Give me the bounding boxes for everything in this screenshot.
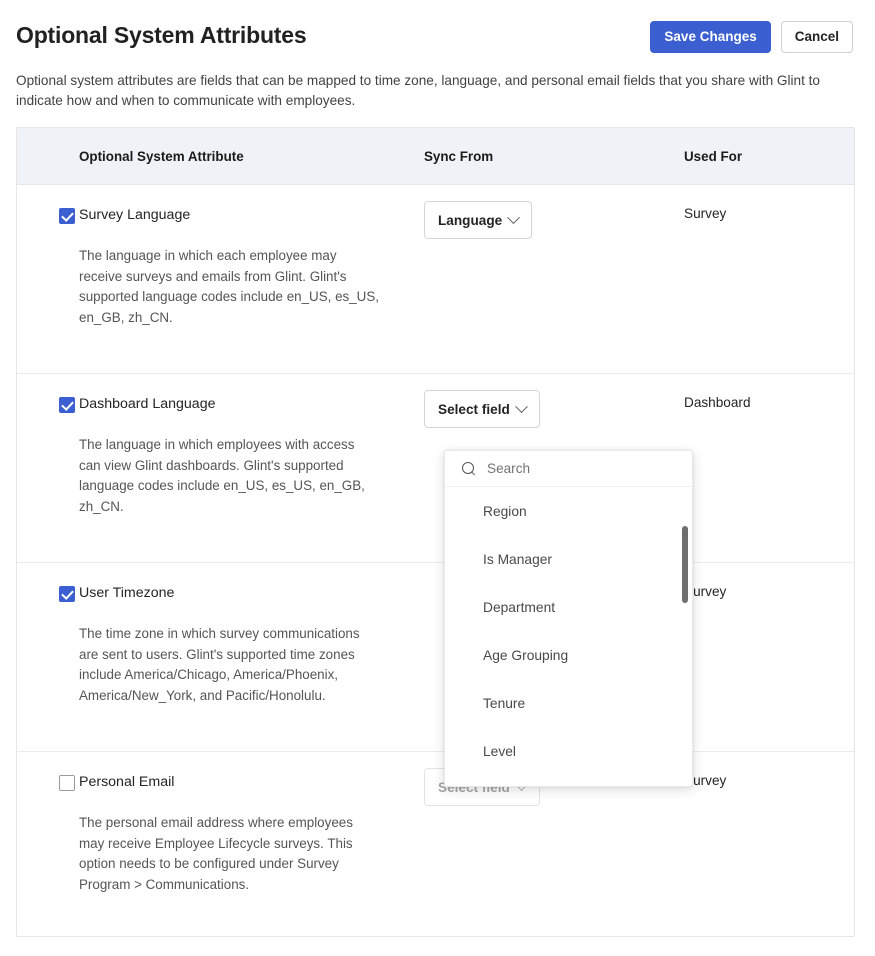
page-header: Optional System Attributes Save Changes …: [0, 0, 875, 111]
dropdown-option-department[interactable]: Department: [445, 583, 692, 631]
row-checkbox-cell: [17, 563, 79, 751]
attribute-description: The personal email address where employe…: [79, 815, 353, 892]
row-checkbox-cell: [17, 752, 79, 936]
dropdown-option-region[interactable]: Region: [445, 487, 692, 535]
dropdown-option-tenure[interactable]: Tenure: [445, 679, 692, 727]
used-for-value: Survey: [684, 584, 727, 599]
save-changes-button[interactable]: Save Changes: [650, 21, 771, 53]
checkbox-user-timezone[interactable]: [59, 586, 75, 602]
row-attribute-cell: User Timezone The time zone in which sur…: [79, 563, 424, 751]
page-title: Optional System Attributes: [16, 22, 307, 48]
row-checkbox-cell: [17, 185, 79, 373]
used-for-value: Survey: [684, 773, 727, 788]
search-icon: [462, 461, 476, 476]
row-attribute-cell: Dashboard Language The language in which…: [79, 374, 424, 562]
row-attribute-cell: Personal Email The personal email addres…: [79, 752, 424, 936]
dropdown-scrollbar-thumb[interactable]: [682, 526, 688, 603]
attribute-name: Personal Email: [79, 774, 175, 790]
dropdown-search-row: [445, 451, 692, 487]
table-row: User Timezone The time zone in which sur…: [17, 563, 854, 752]
checkbox-dashboard-language[interactable]: [59, 397, 75, 413]
checkbox-survey-language[interactable]: [59, 208, 75, 224]
attribute-description: The language in which each employee may …: [79, 248, 380, 325]
row-attribute-cell: Survey Language The language in which ea…: [79, 185, 424, 373]
attributes-table: Optional System Attribute Sync From Used…: [16, 127, 855, 937]
sync-from-dropdown-panel: Region Is Manager Department Age Groupin…: [444, 450, 693, 787]
checkbox-personal-email[interactable]: [59, 775, 75, 791]
header-row: Optional System Attributes Save Changes …: [16, 20, 853, 53]
dropdown-option-is-manager[interactable]: Is Manager: [445, 535, 692, 583]
row-sync-cell: Language: [424, 185, 684, 373]
table-row: Dashboard Language The language in which…: [17, 374, 854, 563]
chevron-down-icon: [507, 210, 521, 224]
cancel-button[interactable]: Cancel: [780, 21, 853, 53]
table-row: Survey Language The language in which ea…: [17, 185, 854, 374]
row-checkbox-cell: [17, 374, 79, 562]
table-header-row: Optional System Attribute Sync From Used…: [17, 128, 854, 185]
dropdown-scrollbar[interactable]: [682, 487, 688, 786]
attribute-description: The language in which employees with acc…: [79, 437, 365, 514]
attribute-name: Survey Language: [79, 207, 191, 223]
used-for-value: Survey: [684, 206, 727, 221]
sync-from-dropdown-survey-language[interactable]: Language: [424, 201, 533, 239]
dropdown-option-age-grouping[interactable]: Age Grouping: [445, 631, 692, 679]
used-for-value: Dashboard: [684, 395, 751, 410]
sync-from-dropdown-dashboard-language[interactable]: Select field: [424, 390, 540, 428]
attribute-description: The time zone in which survey communicat…: [79, 626, 360, 703]
dropdown-option-list: Region Is Manager Department Age Groupin…: [445, 487, 692, 786]
table-header-attribute: Optional System Attribute: [79, 148, 244, 164]
dropdown-option-level[interactable]: Level: [445, 727, 692, 775]
sync-from-value: Language: [438, 212, 503, 228]
dropdown-search-input[interactable]: [485, 460, 678, 477]
attribute-name: Dashboard Language: [79, 396, 216, 412]
table-header-used-for: Used For: [684, 148, 743, 164]
table-row: Personal Email The personal email addres…: [17, 752, 854, 936]
chevron-down-icon: [514, 399, 528, 413]
page-description: Optional system attributes are fields th…: [16, 73, 820, 108]
header-actions: Save Changes Cancel: [650, 20, 853, 53]
attribute-name: User Timezone: [79, 585, 175, 601]
table-header-sync-from: Sync From: [424, 148, 494, 164]
sync-from-value: Select field: [438, 401, 510, 417]
